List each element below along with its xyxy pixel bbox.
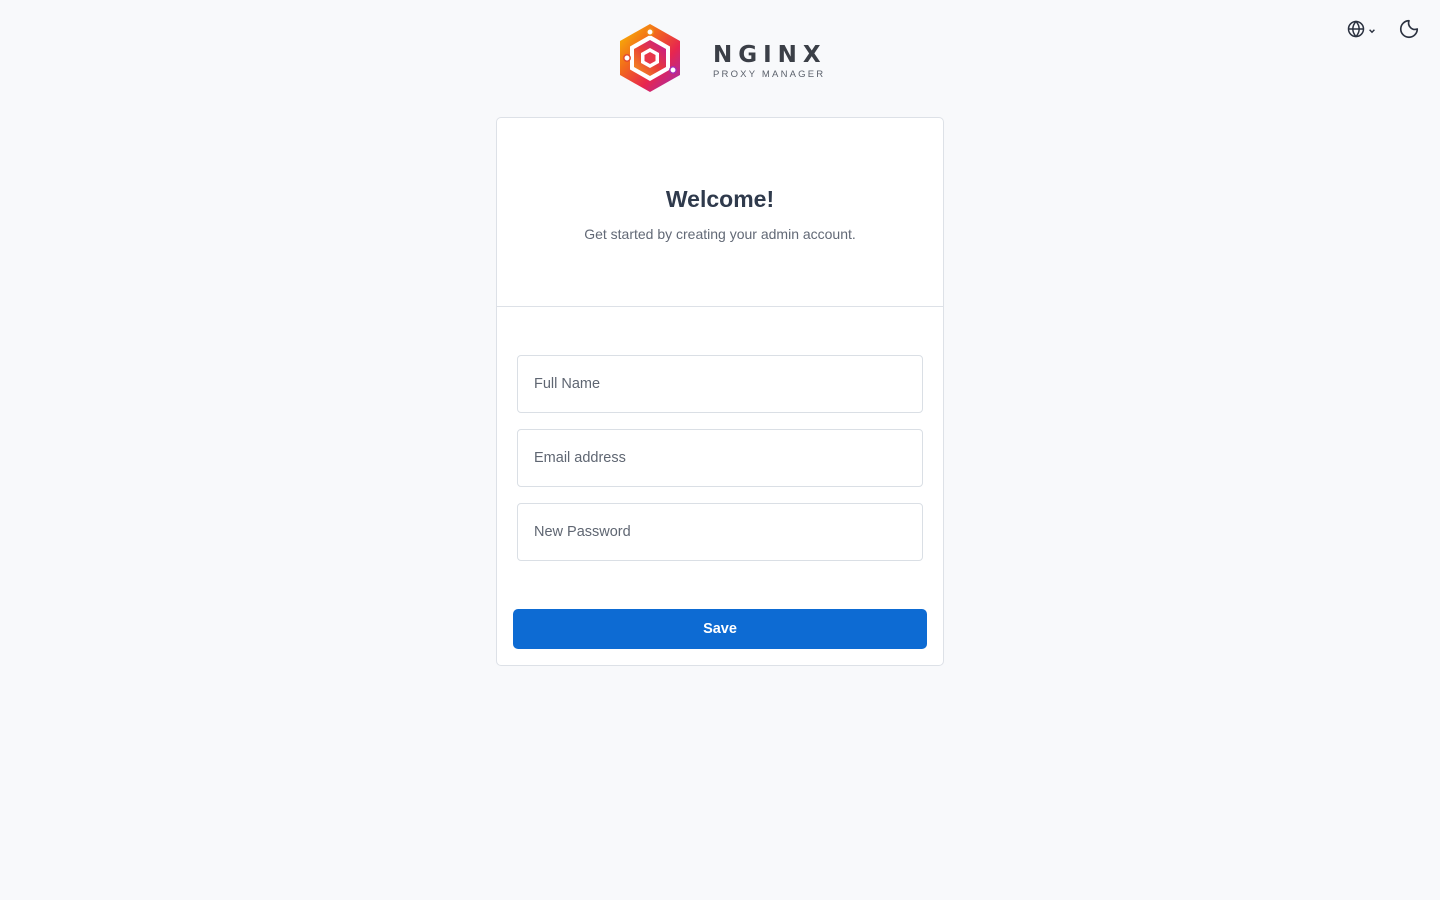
full-name-input[interactable]	[534, 376, 906, 392]
logo-text: NGINX PROXY MANAGER	[713, 42, 827, 80]
language-selector[interactable]	[1344, 17, 1378, 44]
chevron-down-icon	[1368, 23, 1376, 38]
topbar-actions	[1344, 16, 1422, 45]
logo-title: NGINX	[713, 41, 827, 68]
page-subtitle: Get started by creating your admin accou…	[584, 226, 856, 242]
setup-card: Welcome! Get started by creating your ad…	[496, 117, 944, 666]
brand-logo: NGINX PROXY MANAGER	[617, 22, 827, 99]
email-field	[517, 429, 923, 487]
password-field	[517, 503, 923, 561]
card-header: Welcome! Get started by creating your ad…	[497, 118, 943, 307]
email-input[interactable]	[534, 450, 906, 466]
full-name-field	[517, 355, 923, 413]
moon-icon	[1398, 18, 1420, 43]
admin-account-form: Save	[497, 307, 943, 649]
nginx-proxy-manager-logo-icon	[617, 22, 683, 99]
save-button[interactable]: Save	[513, 609, 927, 649]
page-title: Welcome!	[665, 186, 775, 212]
theme-toggle-button[interactable]	[1396, 16, 1422, 45]
globe-icon	[1346, 19, 1366, 42]
logo-subtitle: PROXY MANAGER	[713, 68, 826, 80]
password-input[interactable]	[534, 524, 906, 540]
